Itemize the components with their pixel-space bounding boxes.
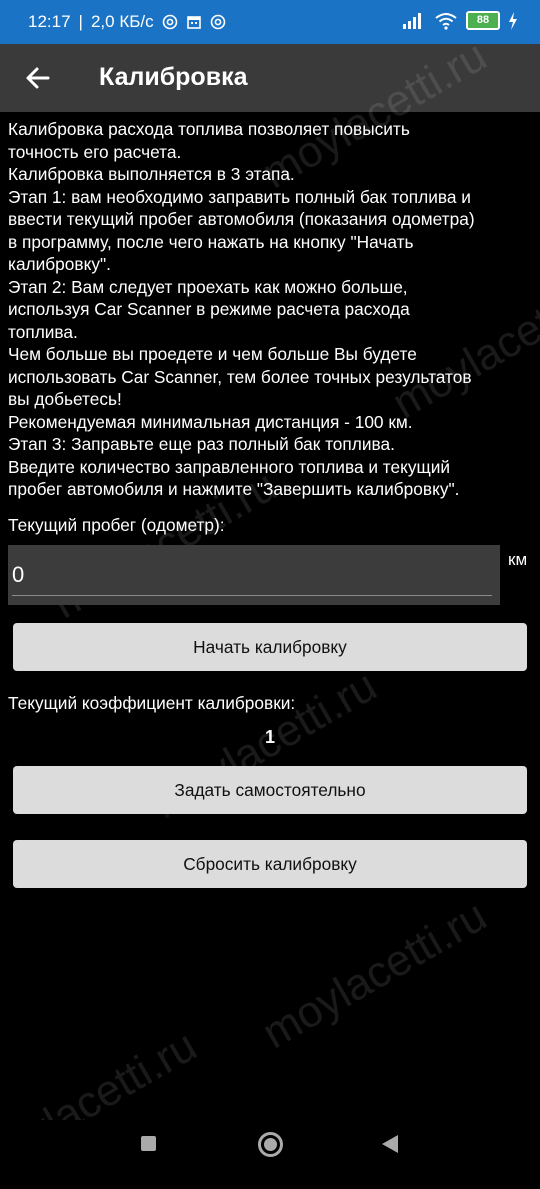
back-triangle-icon[interactable] <box>382 1135 398 1153</box>
page-title: Калибровка <box>99 63 248 91</box>
charging-icon <box>509 11 517 30</box>
battery-icon: 88 <box>466 11 500 30</box>
status-time: 12:17 <box>28 12 71 31</box>
signal-icon <box>403 12 421 29</box>
recents-icon[interactable] <box>141 1136 156 1151</box>
odometer-input[interactable] <box>12 555 492 596</box>
navigation-bar <box>0 1120 540 1170</box>
at-sign-icon <box>162 14 177 30</box>
calendar-icon <box>186 16 201 29</box>
wifi-icon <box>435 12 457 30</box>
reset-calibration-button[interactable]: Сбросить калибровку <box>13 840 527 888</box>
odometer-unit: км <box>508 550 528 569</box>
calibration-description: Калибровка расхода топлива позволяет пов… <box>8 119 475 499</box>
odometer-label: Текущий пробег (одометр): <box>8 515 225 535</box>
odometer-field[interactable] <box>8 545 500 605</box>
network-speed: 2,0 КБ/с <box>90 12 154 31</box>
coefficient-label: Текущий коэффициент калибровки: <box>8 693 296 713</box>
at-sign-icon <box>210 14 225 30</box>
start-calibration-button[interactable]: Начать калибровку <box>13 623 527 671</box>
coefficient-value: 1 <box>264 727 275 747</box>
watermark: moylacetti.ru <box>254 890 495 1059</box>
home-icon[interactable] <box>258 1132 283 1157</box>
set-manually-button[interactable]: Задать самостоятельно <box>13 766 527 814</box>
back-arrow-icon[interactable] <box>22 62 54 94</box>
